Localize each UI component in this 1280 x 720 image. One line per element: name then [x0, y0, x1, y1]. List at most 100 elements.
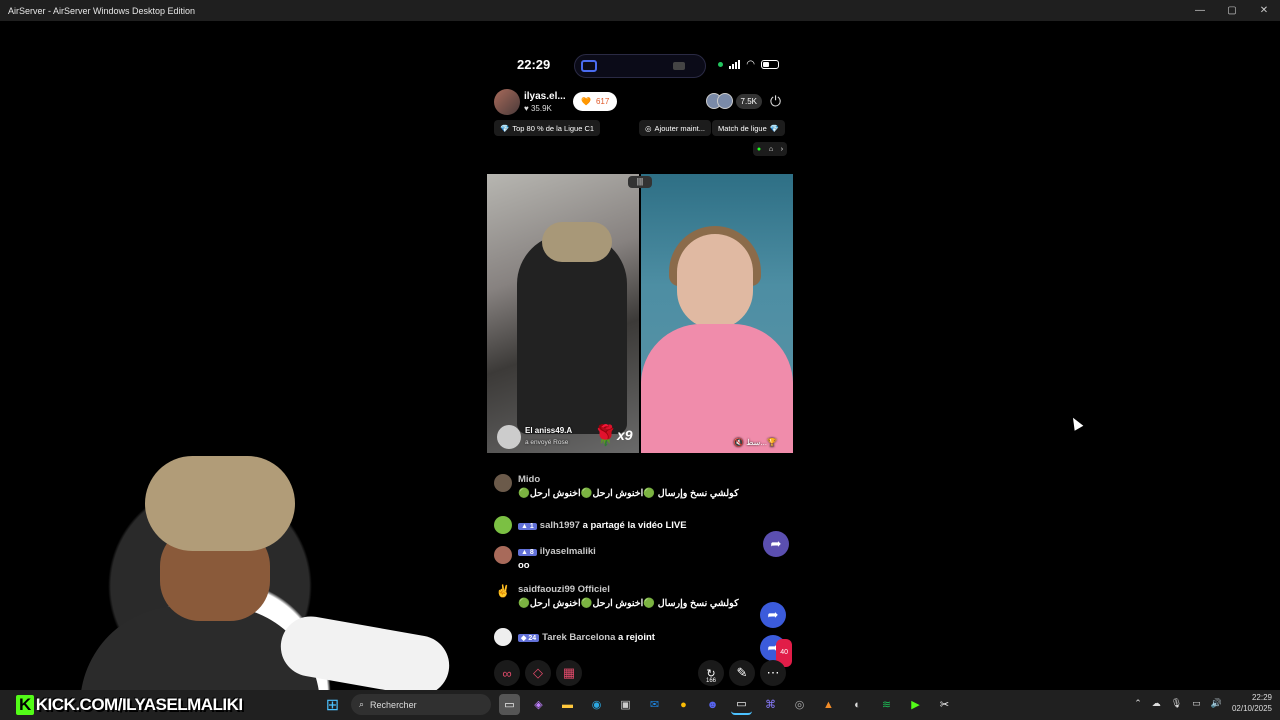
share-icon[interactable]: ➦ 40 [760, 635, 792, 667]
mini-controls[interactable]: ● ⌂ › [753, 142, 787, 156]
kick-logo-icon: K [16, 694, 34, 715]
gem-icon: 💎 [769, 123, 780, 133]
chat-avatar [494, 516, 512, 534]
airserver-icon[interactable]: ▭ [731, 694, 752, 715]
kick-url: KICK.COM/ILYASELMALIKI [35, 694, 243, 714]
taskbar-search[interactable]: ⌕ Rechercher [351, 694, 491, 715]
chat-username[interactable]: Tarek Barcelona [542, 632, 615, 643]
link-icon[interactable]: ∞ [494, 660, 520, 686]
viewer-count: 7.5K [735, 93, 762, 109]
chat-text: 🟢كولشي نسخ وإرسال 🟢اخنوش ارحل🟢اخنوش ارحل [518, 598, 739, 609]
obs-icon[interactable]: ◐ [847, 694, 868, 715]
phone-status-bar: 22:29 ◠ [487, 54, 793, 78]
chat-avatar [494, 628, 512, 646]
level-badge: ▲ 8 [518, 549, 537, 556]
level-badge: ◆ 24 [518, 634, 540, 642]
league-pills: 💎 Top 80 % de la Ligue C1 ◎ Ajouter main… [494, 120, 790, 138]
live-bottom-bar: ∞ ◇ ▦ ↻ 166 ✎ ⋯ [494, 660, 788, 688]
chat-username[interactable]: Mido [518, 474, 540, 485]
chat-text: oo [518, 560, 530, 571]
minimize-button[interactable]: — [1184, 0, 1216, 21]
mouse-cursor-icon [1068, 415, 1084, 431]
steam-icon[interactable]: ◎ [789, 694, 810, 715]
chat-line: ▲ 1 salh1997 a partagé la vidéo LIVE [518, 520, 687, 531]
league-rank-pill[interactable]: 💎 Top 80 % de la Ligue C1 [494, 120, 601, 136]
display-icon[interactable]: ▭ [1192, 698, 1201, 709]
magic-wand-icon[interactable]: ✎ [729, 660, 755, 686]
copilot-icon[interactable]: ◈ [528, 694, 549, 715]
tray-clock[interactable]: 22:29 02/10/2025 [1232, 692, 1272, 714]
power-icon[interactable]: ⏻ [770, 93, 786, 109]
system-tray: ⌃ ☁ 🎙 ▭ 🔊 22:29 02/10/2025 [1134, 692, 1272, 714]
chrome-icon[interactable]: ● [673, 694, 694, 715]
discord-icon[interactable]: ☻ [702, 694, 723, 715]
chat-username[interactable]: ilyaselmaliki [540, 546, 596, 557]
outlook-icon[interactable]: ✉ [644, 694, 665, 715]
chat-username[interactable]: salh1997 [540, 520, 580, 531]
window-titlebar: AirServer - AirServer Windows Desktop Ed… [0, 0, 1280, 21]
coins-badge[interactable]: 🧡 617 [573, 92, 618, 111]
windows-start-icon[interactable]: ⊞ [322, 694, 343, 715]
grid-icon[interactable]: ▦ [556, 660, 582, 686]
wifi-icon: ◠ [746, 59, 755, 70]
webcam-person-hat [145, 456, 295, 551]
chat-text: a partagé la vidéo LIVE [582, 520, 687, 531]
window-controls: — ▢ ✕ [1184, 0, 1280, 21]
file-explorer-icon[interactable]: ▬ [557, 694, 578, 715]
viewer-avatar [716, 93, 733, 109]
home-icon: ⌂ [768, 145, 774, 153]
league-match-pill[interactable]: Match de ligue 💎 [712, 120, 786, 136]
chevron-up-icon[interactable]: ⌃ [1134, 698, 1142, 709]
spotify-icon[interactable]: ≋ [876, 694, 897, 715]
cloud-icon[interactable]: ☁ [1152, 698, 1161, 709]
tray-date: 02/10/2025 [1231, 704, 1272, 713]
taskbar-apps: ⊞ ⌕ Rechercher ▭ ◈ ▬ ◉ ▣ ✉ ● ☻ ▭ ⌘ ◎ ▲ ◐… [322, 694, 955, 715]
level-number: 8 [529, 549, 534, 556]
level-number: 24 [528, 635, 537, 642]
vlc-icon[interactable]: ▲ [818, 694, 839, 715]
rewind-icon[interactable]: ↻ 166 [698, 660, 724, 686]
gift-count: x9 [617, 427, 633, 443]
edge-icon[interactable]: ◉ [586, 694, 607, 715]
volume-icon[interactable]: 🔊 [1211, 698, 1222, 709]
microphone-icon[interactable]: 🎙 [1171, 698, 1182, 709]
chat-username[interactable]: saidfaouzi99 Officiel [518, 584, 610, 595]
kick-app-icon[interactable]: ▶ [905, 694, 926, 715]
store-icon[interactable]: ▣ [615, 694, 636, 715]
battery-icon [761, 60, 779, 69]
chat-avatar [494, 546, 512, 564]
status-dot-icon: ● [756, 145, 762, 153]
live-battle-video[interactable]: El aniss49.A a envoyé Rose 🌹 x9 🔇 سط...🏆… [487, 174, 793, 453]
host-avatar[interactable] [494, 89, 520, 115]
add-label: Ajouter maint... [654, 123, 705, 133]
kick-overlay-text: K KICK.COM/ILYASELMALIKI [10, 693, 249, 716]
webcam-overlay [0, 436, 450, 711]
gift-sender-name: El aniss49.A [525, 426, 573, 435]
peace-icon: ✌ [494, 584, 512, 602]
close-button[interactable]: ✕ [1248, 0, 1280, 21]
guest-face [677, 234, 753, 329]
tray-time: 22:29 [1251, 693, 1272, 702]
maximize-button[interactable]: ▢ [1216, 0, 1248, 21]
share-icon[interactable]: ➦ [760, 602, 786, 628]
search-placeholder: Rechercher [370, 699, 417, 710]
task-view-icon[interactable]: ▭ [499, 694, 520, 715]
chat-text: 🟢كولشي نسخ وإرسال 🟢اخنوش ارحل🟢اخنوش ارحل [518, 488, 739, 499]
chat-user-line: ▲ 8 ilyaselmaliki [518, 546, 596, 557]
search-icon: ⌕ [359, 699, 365, 709]
host-likes: ♥ 35.9K [524, 104, 552, 113]
host-name[interactable]: ilyas.el... [524, 91, 566, 102]
left-stream[interactable]: El aniss49.A a envoyé Rose 🌹 x9 [487, 174, 639, 453]
battle-icon[interactable]: ◇ [525, 660, 551, 686]
capcut-icon[interactable]: ✂ [934, 694, 955, 715]
gamepad-icon[interactable]: ⌘ [760, 694, 781, 715]
streamer-figure [517, 234, 627, 434]
viewers-group[interactable]: 7.5K [705, 93, 762, 109]
chat-line: ◆ 24 Tarek Barcelona a rejoint [518, 632, 655, 643]
chat-text: a rejoint [618, 632, 655, 643]
split-handle-icon[interactable]: ||| [628, 176, 652, 188]
more-icon[interactable]: ⋯ [760, 660, 786, 686]
share-icon[interactable]: ➦ [763, 531, 789, 557]
right-stream[interactable]: 🔇 سط...🏆 [641, 174, 793, 453]
add-pill[interactable]: ◎ Ajouter maint... [639, 120, 711, 136]
